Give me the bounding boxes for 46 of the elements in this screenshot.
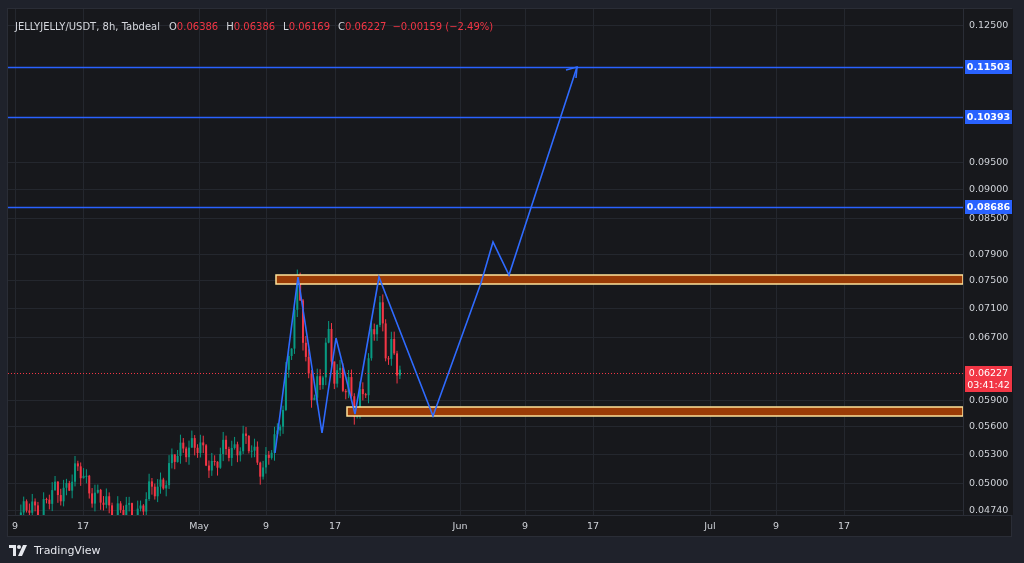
logo-icon[interactable] [9, 544, 29, 556]
price-change: −0.00159 (−2.49%) [392, 21, 494, 32]
price-tick: 0.04740 [969, 503, 1009, 517]
price-tick: 0.07100 [969, 301, 1009, 315]
ohlc-value: 0.06386 [176, 21, 219, 32]
level-line[interactable] [8, 66, 963, 69]
price-tick: 0.07500 [969, 273, 1009, 287]
ohlc-label: O [169, 21, 177, 32]
time-tick: 17 [328, 520, 342, 531]
ohlc-label: H [226, 21, 234, 32]
ohlc-value: 0.06386 [233, 21, 276, 32]
time-tick: 9 [522, 520, 528, 531]
time-tick: 9 [12, 520, 18, 531]
level-price-label: 0.10393 [965, 110, 1012, 124]
current-price-label: 0.06227 03:41:42 [965, 366, 1012, 392]
ohlc-label: C [338, 21, 346, 32]
brand-name[interactable]: TradingView [34, 543, 101, 557]
price-tick: 0.05600 [969, 419, 1009, 433]
price-tick: 0.09000 [969, 182, 1009, 196]
level-line[interactable] [8, 206, 963, 209]
price-tick: 0.12500 [969, 18, 1009, 32]
price-tick: 0.05300 [969, 447, 1009, 461]
level-line[interactable] [8, 116, 963, 119]
level-price-label: 0.08686 [965, 200, 1012, 214]
time-tick: 9 [773, 520, 779, 531]
price-tick: 0.07900 [969, 247, 1009, 261]
symbol-title: JELLYJELLY/USDT, 8h, Tabdeal [15, 21, 160, 32]
time-tick: Jun [452, 520, 468, 531]
level-price-label: 0.11503 [965, 60, 1012, 74]
price-tick: 0.09500 [969, 155, 1009, 169]
ohlc-label: L [283, 21, 289, 32]
ohlc-value: 0.06227 [345, 21, 387, 32]
price-tick: 0.08500 [969, 211, 1009, 225]
zone-band[interactable] [275, 274, 963, 285]
zigzag-arrow[interactable] [274, 65, 578, 454]
zone-band[interactable] [346, 406, 963, 417]
price-tick: 0.05900 [969, 393, 1009, 407]
time-tick: May [189, 520, 209, 531]
price-tick: 0.05000 [969, 476, 1009, 490]
ohlc-value: 0.06169 [288, 21, 331, 32]
time-tick: 9 [263, 520, 269, 531]
time-tick: 17 [837, 520, 851, 531]
time-tick: Jul [704, 520, 716, 531]
time-tick: 17 [76, 520, 90, 531]
time-tick: 17 [586, 520, 600, 531]
price-tick: 0.06700 [969, 330, 1009, 344]
